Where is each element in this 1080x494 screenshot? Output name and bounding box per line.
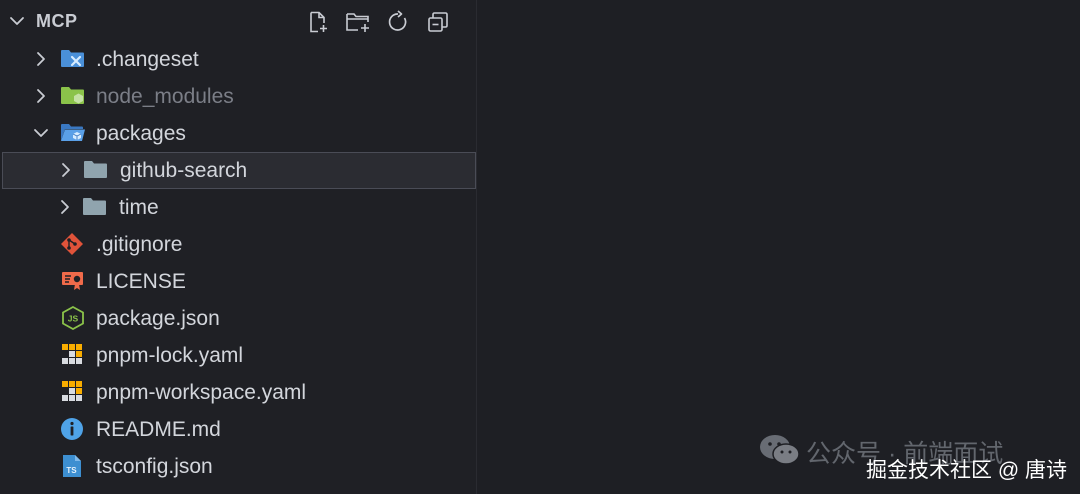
tree-item-github-search[interactable]: github-search [2,152,476,189]
tree-item-time[interactable]: time [0,189,476,226]
pnpm-icon [62,344,82,364]
tree-item-readme[interactable]: README.md [0,411,476,448]
explorer-title: MCP [36,11,78,31]
license-icon [62,272,83,290]
tree-item-label: node_modules [96,85,234,108]
explorer-panel: MCP .changeset node_modules packages git… [0,0,477,494]
tree-item-label: LICENSE [96,270,186,293]
collapse-all-icon [428,12,448,32]
watermark: 公众号 · 前端面试 掘金技术社区 @ 唐诗 [758,432,1068,488]
new-folder-icon [346,13,369,32]
folder-icon [83,198,106,215]
tsconfig-icon: TS [63,455,81,477]
tree-item-label: packages [96,122,186,145]
refresh-icon [388,10,407,31]
watermark-line2: 掘金技术社区 @ 唐诗 [866,459,1067,482]
chevron-right-icon [37,52,45,66]
tree-item-license[interactable]: LICENSE [0,263,476,300]
tree-item-label: README.md [96,418,221,441]
tree-item-label: time [119,196,159,219]
tree-item-package-json[interactable]: JS package.json [0,300,476,337]
explorer-header[interactable]: MCP [0,0,476,42]
packages-folder-icon [61,124,85,141]
tree-item-node-modules[interactable]: node_modules [0,78,476,115]
svg-text:TS: TS [66,466,77,475]
tree-item-gitignore[interactable]: .gitignore [0,226,476,263]
folder-icon [84,161,107,178]
node-modules-folder-icon [61,87,84,104]
tree-item-pnpm-workspace[interactable]: pnpm-workspace.yaml [0,374,476,411]
tree-item-label: package.json [96,307,220,330]
tree-item-label: tsconfig.json [96,455,213,478]
new-folder-button[interactable] [345,9,371,35]
tree-item-changeset[interactable]: .changeset [0,41,476,78]
tree-item-label: .changeset [96,48,199,71]
chevron-right-icon [37,89,45,103]
tree-item-label: pnpm-workspace.yaml [96,381,307,404]
new-file-button[interactable] [305,9,331,35]
new-file-icon [310,11,327,33]
chevron-down-icon [34,129,48,137]
info-icon [61,418,83,440]
pnpm-icon [62,381,82,401]
chevron-right-icon [62,163,70,177]
app-window: MCP .changeset node_modules packages git… [0,0,1080,494]
tree-item-label: github-search [120,159,248,182]
chevron-down-icon[interactable] [8,12,26,30]
tree-item-pnpm-lock[interactable]: pnpm-lock.yaml [0,337,476,374]
collapse-all-button[interactable] [425,9,451,35]
chevron-right-icon [61,200,69,214]
changeset-folder-icon [61,50,84,67]
tree-item-label: .gitignore [96,233,183,256]
refresh-button[interactable] [385,9,411,35]
svg-text:JS: JS [68,314,79,324]
tree-item-label: pnpm-lock.yaml [96,344,244,367]
tree-item-packages[interactable]: packages [0,115,476,152]
nodejs-icon: JS [62,306,84,330]
wechat-icon [760,435,800,465]
git-icon [61,233,83,255]
tree-item-tsconfig[interactable]: TS tsconfig.json [0,448,476,485]
